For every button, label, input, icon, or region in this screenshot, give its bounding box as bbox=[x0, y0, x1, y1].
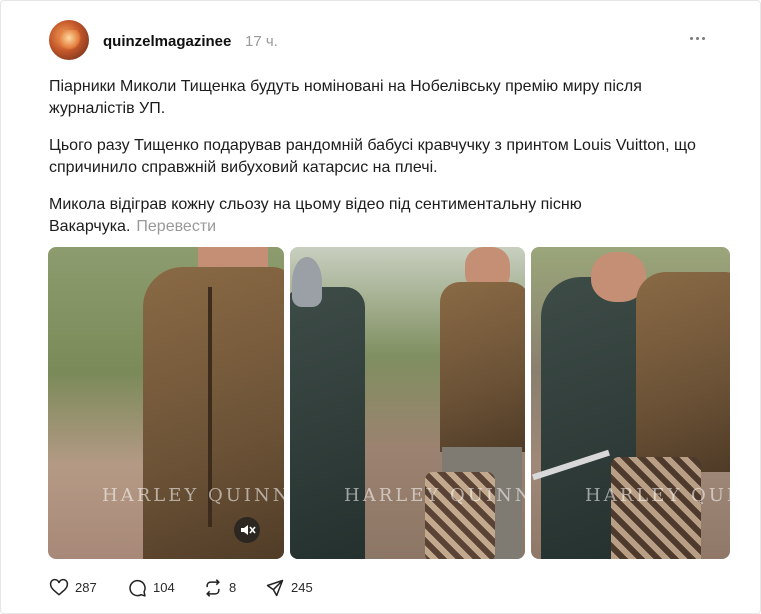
watermark: HARLEY QUINN bbox=[344, 485, 525, 506]
comment-count: 104 bbox=[153, 580, 175, 595]
repost-count: 8 bbox=[229, 580, 237, 595]
post-card: quinzelmagazinee 17 ч. Піарники Миколи Т… bbox=[0, 0, 761, 614]
username[interactable]: quinzelmagazinee bbox=[103, 33, 231, 50]
post-paragraph-text: Микола відіграв кожну сльозу на цьому ві… bbox=[49, 196, 582, 235]
muted-speaker-icon[interactable] bbox=[234, 517, 260, 543]
post-paragraph: Піарники Миколи Тищенка будуть номінован… bbox=[49, 78, 642, 117]
share-icon bbox=[266, 579, 284, 597]
repost-button[interactable]: 8 bbox=[203, 577, 243, 599]
heart-icon bbox=[49, 578, 69, 596]
post-paragraph: Микола відіграв кожну сльозу на цьому ві… bbox=[49, 194, 729, 238]
watermark: HARLEY QUINN bbox=[585, 485, 730, 506]
share-button[interactable]: 245 bbox=[265, 577, 325, 599]
post-header: quinzelmagazinee 17 ч. bbox=[49, 20, 719, 62]
post-video[interactable]: HARLEY QUINN bbox=[290, 247, 525, 559]
like-button[interactable]: 287 bbox=[49, 577, 109, 599]
post-video[interactable]: HARLEY QUINN bbox=[48, 247, 284, 559]
like-count: 287 bbox=[75, 580, 97, 595]
repost-icon bbox=[206, 579, 220, 597]
comment-icon bbox=[129, 579, 146, 597]
comment-button[interactable]: 104 bbox=[127, 577, 187, 599]
translate-link[interactable]: Перевести bbox=[136, 218, 216, 235]
post-video[interactable]: HARLEY QUINN bbox=[531, 247, 730, 559]
more-icon[interactable] bbox=[688, 28, 708, 48]
watermark: HARLEY QUINN bbox=[102, 485, 284, 506]
post-time: 17 ч. bbox=[245, 33, 278, 50]
share-count: 245 bbox=[291, 580, 313, 595]
avatar[interactable] bbox=[49, 20, 89, 60]
post-paragraph: Цього разу Тищенко подарував рандомній б… bbox=[49, 137, 696, 176]
